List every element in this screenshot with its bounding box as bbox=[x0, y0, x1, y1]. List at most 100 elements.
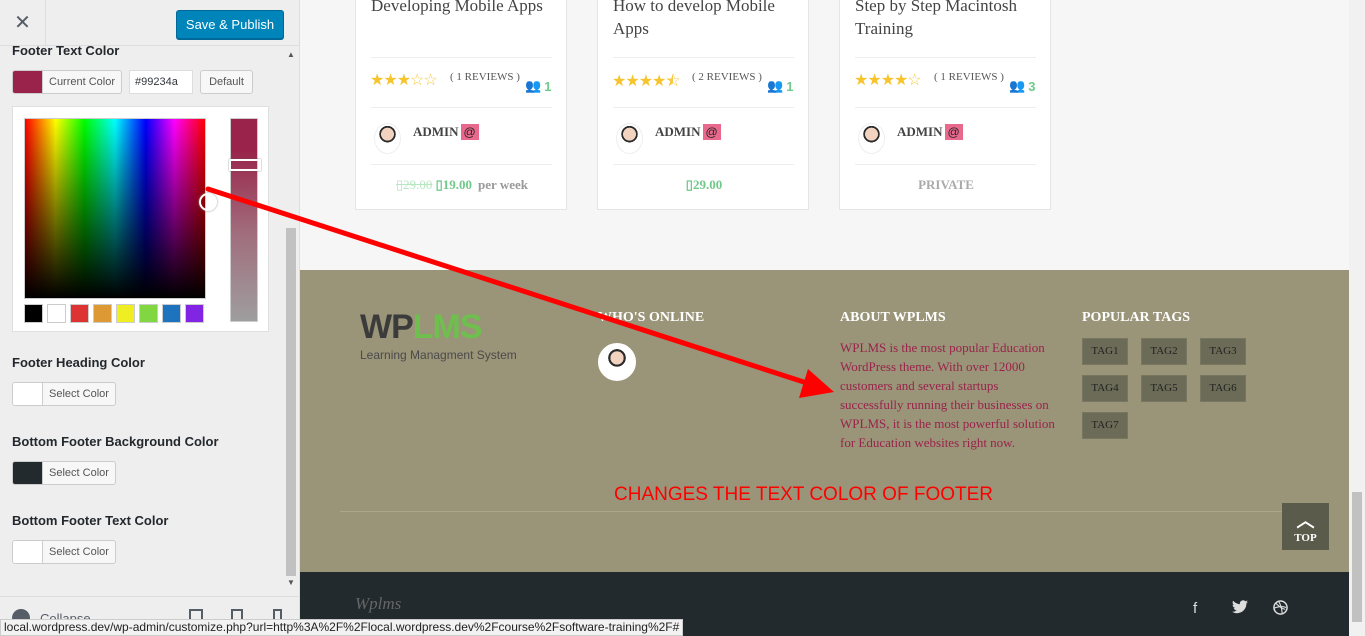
author-avatar[interactable] bbox=[858, 123, 885, 154]
old-price-value: 29.00 bbox=[403, 177, 433, 192]
customizer-sidebar: ✕ Save & Publish Footer Text Color Curre… bbox=[0, 0, 300, 636]
bottom-footer-bg-color-button[interactable]: Select Color bbox=[12, 461, 116, 485]
reviews-count: ( 1 REVIEWS ) bbox=[934, 71, 1004, 83]
author-name[interactable]: ADMIN @ bbox=[413, 124, 479, 140]
lightness-slider[interactable] bbox=[229, 118, 261, 322]
select-color-label: Select Color bbox=[49, 388, 109, 400]
course-price: ▯29.00 ▯19.00 per week bbox=[395, 177, 528, 192]
course-title[interactable]: Step by Step Macintosh Training bbox=[855, 0, 1040, 40]
divider bbox=[855, 57, 1036, 58]
picker-handle[interactable] bbox=[199, 193, 217, 211]
author-name-text: ADMIN bbox=[655, 124, 701, 139]
preview-scrollbar[interactable] bbox=[1349, 0, 1365, 636]
course-card[interactable]: How to develop Mobile Apps ★★★★⯪ ( 2 REV… bbox=[597, 0, 809, 210]
palette-swatch[interactable] bbox=[162, 304, 181, 323]
price-value: 29.00 bbox=[692, 177, 723, 192]
author-at-badge: @ bbox=[944, 124, 963, 140]
bottom-footer-text-color-label: Bottom Footer Text Color bbox=[12, 513, 169, 528]
student-count: 👥 1 bbox=[525, 78, 551, 94]
users-icon: 👥 bbox=[525, 78, 542, 93]
about-heading: ABOUT WPLMS bbox=[840, 310, 946, 325]
divider bbox=[371, 57, 552, 58]
palette-swatch[interactable] bbox=[185, 304, 204, 323]
palette-swatch[interactable] bbox=[139, 304, 158, 323]
tag-link[interactable]: TAG4 bbox=[1082, 375, 1128, 402]
lightness-slider-handle[interactable] bbox=[229, 159, 261, 171]
tag-link[interactable]: TAG5 bbox=[1141, 375, 1187, 402]
rating-stars: ★★★★⯪ bbox=[612, 73, 681, 90]
popular-tags-heading: POPULAR TAGS bbox=[1082, 310, 1190, 325]
dribbble-icon[interactable] bbox=[1273, 600, 1288, 619]
logo-tagline: Learning Managment System bbox=[360, 348, 517, 362]
student-count: 👥 1 bbox=[767, 78, 793, 94]
divider bbox=[613, 164, 794, 165]
scroll-up-icon[interactable]: ▲ bbox=[285, 46, 297, 64]
divider bbox=[613, 57, 794, 58]
facebook-icon[interactable]: f bbox=[1193, 600, 1197, 617]
author-avatar[interactable] bbox=[374, 123, 401, 154]
save-publish-button[interactable]: Save & Publish bbox=[176, 10, 284, 39]
palette-swatch[interactable] bbox=[70, 304, 89, 323]
annotation-caption: CHANGES THE TEXT COLOR OF FOOTER bbox=[614, 484, 993, 505]
palette-swatch[interactable] bbox=[24, 304, 43, 323]
reviews-count: ( 1 REVIEWS ) bbox=[450, 71, 520, 83]
author-name[interactable]: ADMIN @ bbox=[897, 124, 963, 140]
close-customizer-button[interactable]: ✕ bbox=[0, 0, 46, 46]
bottom-footer-text-color-button[interactable]: Select Color bbox=[12, 540, 116, 564]
whos-online-heading: WHO'S ONLINE bbox=[598, 310, 705, 325]
author-at-badge: @ bbox=[460, 124, 479, 140]
author-name[interactable]: ADMIN @ bbox=[655, 124, 721, 140]
logo-wp: WP bbox=[360, 308, 414, 346]
bottom-footer-logo[interactable]: Wplms bbox=[355, 594, 401, 614]
current-color-button[interactable]: Current Color bbox=[12, 70, 123, 94]
divider bbox=[855, 107, 1036, 108]
course-card[interactable]: Developing Mobile Apps ★★★☆☆ ( 1 REVIEWS… bbox=[355, 0, 567, 210]
divider bbox=[371, 107, 552, 108]
tag-link[interactable]: TAG6 bbox=[1200, 375, 1246, 402]
divider bbox=[855, 164, 1036, 165]
course-title[interactable]: How to develop Mobile Apps bbox=[613, 0, 798, 40]
price-period: per week bbox=[478, 177, 528, 192]
back-to-top-button[interactable]: ︿ TOP bbox=[1282, 503, 1329, 550]
tag-link[interactable]: TAG1 bbox=[1082, 338, 1128, 365]
price-value: 19.00 bbox=[442, 177, 473, 192]
saturation-area[interactable] bbox=[24, 118, 217, 299]
sidebar-scrollbar[interactable]: ▲ ▼ bbox=[285, 46, 297, 592]
rating-stars: ★★★★☆ bbox=[854, 72, 922, 89]
color-swatch bbox=[13, 462, 43, 484]
student-count-value: 3 bbox=[1028, 78, 1036, 94]
color-palette bbox=[24, 304, 204, 323]
hex-color-input[interactable]: #99234a bbox=[129, 70, 193, 94]
browser-status-bar: local.wordpress.dev/wp-admin/customize.p… bbox=[0, 619, 684, 636]
course-card[interactable]: Step by Step Macintosh Training ★★★★☆ ( … bbox=[839, 0, 1051, 210]
users-icon: 👥 bbox=[767, 78, 784, 93]
top-label: TOP bbox=[1294, 532, 1317, 544]
default-color-button[interactable]: Default bbox=[200, 70, 253, 94]
palette-swatch[interactable] bbox=[93, 304, 112, 323]
palette-swatch[interactable] bbox=[116, 304, 135, 323]
scrollbar-thumb[interactable] bbox=[1352, 492, 1362, 622]
footer-text-color-label: Footer Text Color bbox=[12, 43, 120, 58]
about-text: WPLMS is the most popular Education Word… bbox=[840, 340, 1055, 450]
footer-heading-color-button[interactable]: Select Color bbox=[12, 382, 116, 406]
tag-link[interactable]: TAG2 bbox=[1141, 338, 1187, 365]
logo-lms: LMS bbox=[412, 308, 483, 346]
scroll-down-icon[interactable]: ▼ bbox=[285, 574, 297, 592]
author-name-text: ADMIN bbox=[897, 124, 943, 139]
scrollbar-thumb[interactable] bbox=[286, 228, 296, 576]
student-count-value: 1 bbox=[786, 78, 794, 94]
course-price: PRIVATE bbox=[918, 177, 974, 192]
tag-link[interactable]: TAG3 bbox=[1200, 338, 1246, 365]
divider bbox=[371, 164, 552, 165]
color-swatch bbox=[13, 541, 43, 563]
tag-link[interactable]: TAG7 bbox=[1082, 412, 1128, 439]
footer-heading-color-label: Footer Heading Color bbox=[12, 355, 145, 370]
author-avatar[interactable] bbox=[616, 123, 643, 154]
chevron-up-icon: ︿ bbox=[1296, 511, 1315, 531]
current-color-swatch bbox=[13, 71, 43, 93]
footer-logo[interactable]: WPLMS Learning Managment System bbox=[360, 308, 517, 362]
online-user-avatar[interactable] bbox=[598, 343, 636, 381]
twitter-icon[interactable] bbox=[1232, 600, 1248, 618]
course-title[interactable]: Developing Mobile Apps bbox=[371, 0, 556, 17]
palette-swatch[interactable] bbox=[47, 304, 66, 323]
